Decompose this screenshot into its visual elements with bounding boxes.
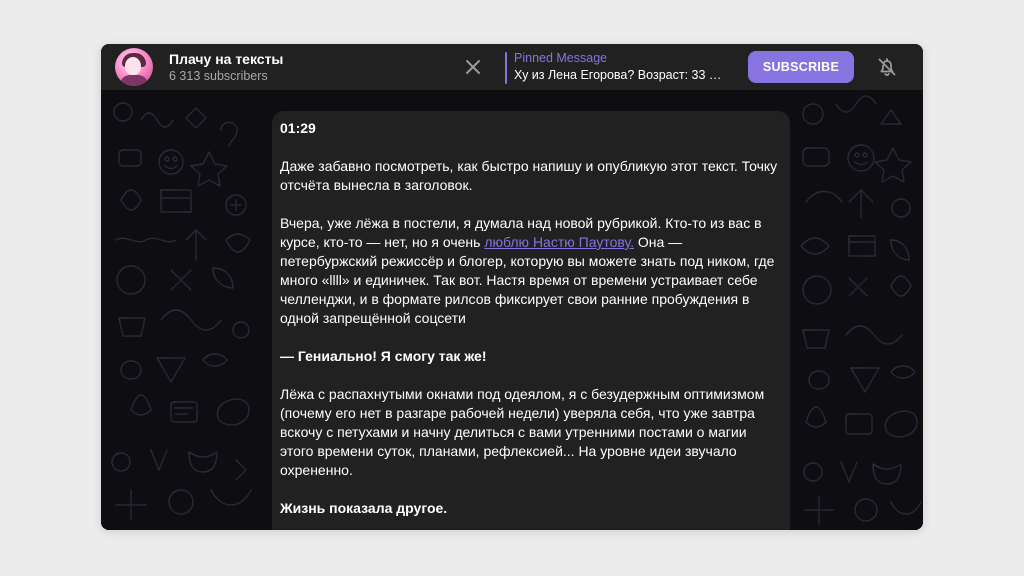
post-time: 01:29 [280, 120, 316, 136]
pinned-message-text[interactable]: Ху из Лена Егорова? Возраст: 33 года [514, 68, 724, 82]
bell-off-icon[interactable] [875, 55, 899, 79]
channel-title[interactable]: Плачу на тексты [169, 51, 283, 67]
channel-header: Плачу на тексты 6 313 subscribers Pinned… [101, 44, 923, 90]
post-paragraph-1: Даже забавно посмотреть, как быстро напи… [280, 158, 778, 193]
chat-background: 01:29 Даже забавно посмотреть, как быстр… [101, 90, 923, 530]
channel-avatar[interactable] [115, 48, 153, 86]
close-icon[interactable] [462, 56, 484, 78]
post-paragraph-2: Вчера, уже лёжа в постели, я думала над … [280, 215, 775, 326]
subscriber-count: 6 313 subscribers [169, 69, 268, 83]
telegram-window: Плачу на тексты 6 313 subscribers Pinned… [101, 44, 923, 530]
post-paragraph-5: Жизнь показала другое. [280, 500, 448, 516]
post-link[interactable]: люблю Настю Паутову. [484, 234, 634, 250]
post-paragraph-4: Лёжа с распахнутыми окнами под одеялом, … [280, 386, 765, 478]
post-paragraph-3: — Гениально! Я смогу так же! [280, 348, 487, 364]
subscribe-button[interactable]: SUBSCRIBE [748, 51, 854, 83]
channel-post: 01:29 Даже забавно посмотреть, как быстр… [272, 111, 790, 530]
pinned-message-label[interactable]: Pinned Message [514, 51, 607, 65]
pinned-indicator [505, 52, 507, 84]
